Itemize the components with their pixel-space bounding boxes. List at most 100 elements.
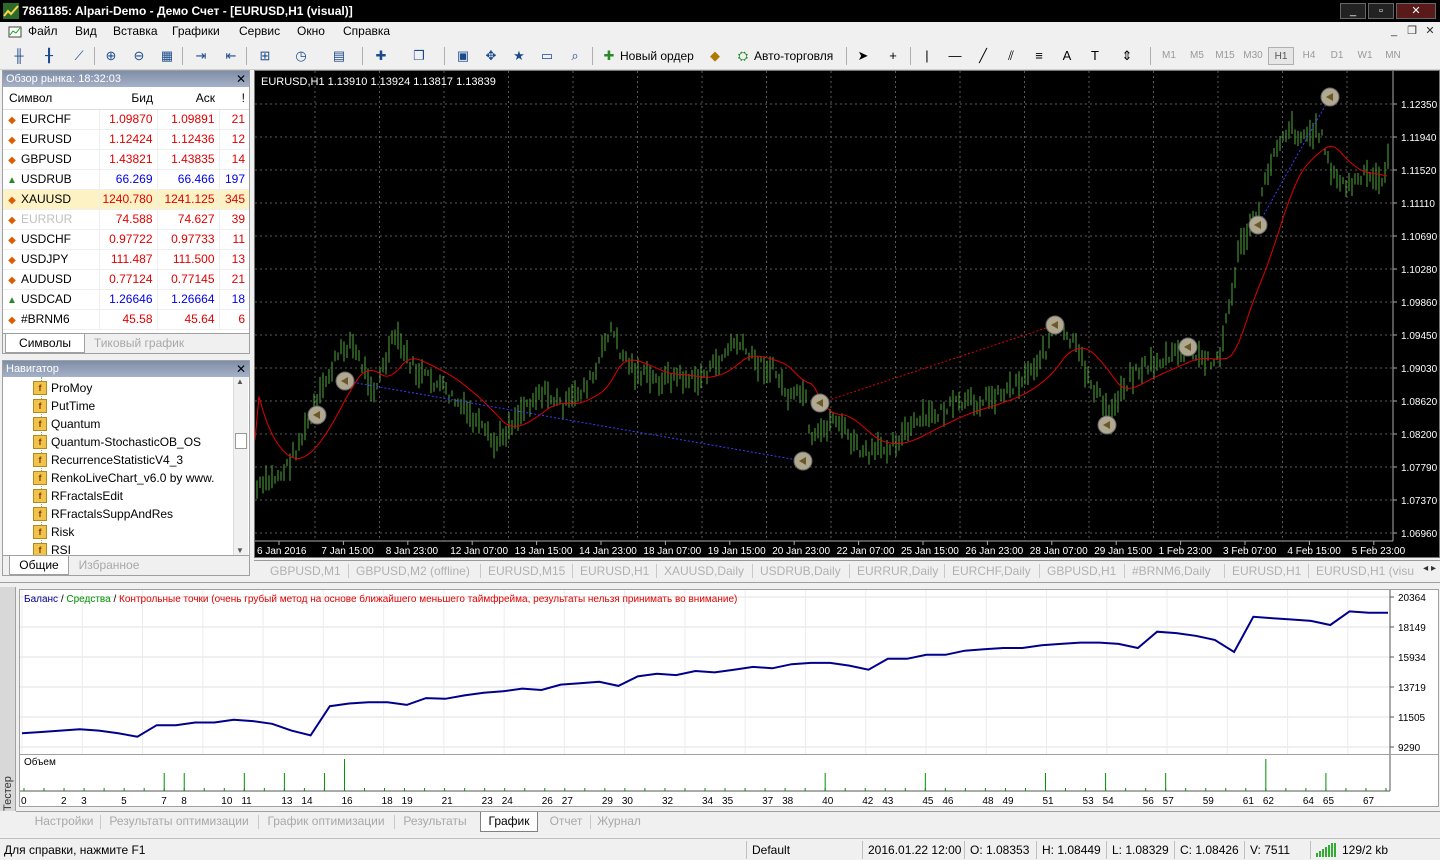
strategy-tester-icon[interactable]: ⌕ [564, 46, 586, 66]
menu-charts[interactable]: Графики [172, 24, 220, 38]
timeframe-d1[interactable]: D1 [1324, 47, 1350, 65]
timeframe-h4[interactable]: H4 [1296, 47, 1322, 65]
chart-tab[interactable]: EURCHF,Daily [952, 563, 1031, 579]
mdi-minimize-button[interactable]: _ [1386, 24, 1402, 39]
chart-tab[interactable]: EURUSD,H1 [580, 563, 649, 579]
col-symbol[interactable]: Символ [3, 87, 99, 110]
mdi-restore-button[interactable]: ❐ [1404, 24, 1420, 39]
tile-windows-icon[interactable]: ▦ [156, 46, 178, 66]
vertical-line-icon[interactable]: | [916, 46, 938, 66]
close-icon[interactable]: ✕ [236, 361, 246, 377]
menu-insert[interactable]: Вставка [113, 24, 158, 38]
close-window-button[interactable]: ✕ [1396, 3, 1436, 19]
timeframe-m15[interactable]: M15 [1212, 47, 1238, 65]
navigator-item[interactable]: f Risk [33, 523, 74, 541]
chart-window-icon[interactable] [8, 25, 22, 39]
crosshair-icon[interactable]: + [882, 46, 904, 66]
timeframe-m30[interactable]: M30 [1240, 47, 1266, 65]
text-icon[interactable]: A [1056, 46, 1078, 66]
menu-view[interactable]: Вид [75, 24, 97, 38]
menu-file[interactable]: Файл [28, 24, 58, 38]
arrows-icon[interactable]: ⇕ [1116, 46, 1138, 66]
tester-tab[interactable]: Настройки [24, 812, 104, 832]
market-watch-row[interactable]: ◆ EURRUR 74.588 74.627 39 [3, 209, 249, 230]
market-watch-row[interactable]: ◆ EURUSD 1.12424 1.12436 12 [3, 129, 249, 150]
chart-tab[interactable]: GBPUSD,M2 (offline) [356, 563, 470, 579]
tab-favorites[interactable]: Избранное [71, 556, 147, 575]
menu-window[interactable]: Окно [297, 24, 325, 38]
new-order-icon[interactable]: ✚ [598, 46, 620, 66]
navigator-item[interactable]: f PutTime [33, 397, 95, 415]
navigator-item[interactable]: f RFractalsSuppAndRes [33, 505, 173, 523]
connection-bars-icon[interactable] [1316, 843, 1338, 857]
tester-tab[interactable]: Журнал [594, 812, 644, 832]
navigator-icon[interactable]: ★ [508, 46, 530, 66]
autotrade-button[interactable]: Авто-торговля [754, 46, 833, 66]
cursor-icon[interactable]: ➤ [852, 46, 874, 66]
periods-icon[interactable]: ◷ [290, 46, 312, 66]
tab-common[interactable]: Общие [9, 556, 69, 575]
tester-tab[interactable]: График оптимизации [262, 812, 390, 832]
new-chart-icon[interactable]: ✚ [370, 46, 392, 66]
market-watch-row[interactable]: ◆ GBPUSD 1.43821 1.43835 14 [3, 149, 249, 170]
market-watch-row[interactable]: ◆ EURCHF 1.09870 1.09891 21 [3, 109, 249, 130]
chart-tab[interactable]: EURUSD,M15 [488, 563, 565, 579]
channel-icon[interactable]: ⫽ [1000, 46, 1022, 66]
market-watch-row[interactable]: ▲ USDCAD 1.26646 1.26664 18 [3, 289, 249, 310]
col-bid[interactable]: Бид [99, 87, 157, 110]
minimize-button[interactable]: _ [1340, 3, 1366, 19]
horizontal-line-icon[interactable]: — [944, 46, 966, 66]
zoom-out-icon[interactable]: ⊖ [128, 46, 150, 66]
col-spread[interactable]: ! [219, 87, 249, 110]
market-watch-row[interactable]: ◆ USDJPY 111.487 111.500 13 [3, 249, 249, 270]
profiles-icon[interactable]: ❐ [408, 46, 430, 66]
market-watch-icon[interactable]: ▣ [452, 46, 474, 66]
market-watch-row[interactable]: ◆ XAUUSD 1240.780 1241.125 345 [3, 189, 249, 210]
price-chart[interactable]: EURUSD,H1 1.13910 1.13924 1.13817 1.1383… [254, 70, 1440, 558]
tester-tab[interactable]: Результаты [398, 812, 472, 832]
tab-scroll-icon[interactable]: ◂ ▸ [1423, 563, 1436, 574]
templates-icon[interactable]: ▤ [328, 46, 350, 66]
timeframe-h1[interactable]: H1 [1268, 47, 1294, 65]
new-order-button[interactable]: Новый ордер [620, 46, 694, 66]
candles-icon[interactable]: ╂ [38, 46, 60, 66]
market-watch-row[interactable]: ◆ USDCHF 0.97722 0.97733 11 [3, 229, 249, 250]
navigator-scrollbar[interactable]: ▲ ▼ [233, 377, 248, 555]
tester-tab[interactable]: График [480, 812, 538, 832]
fibonacci-icon[interactable]: ≡ [1028, 46, 1050, 66]
tester-tab[interactable]: Результаты оптимизации [104, 812, 254, 832]
navigator-item[interactable]: f RenkoLiveChart_v6.0 by www. [33, 469, 214, 487]
indicators-icon[interactable]: ⊞ [254, 46, 276, 66]
navigator-item[interactable]: f RFractalsEdit [33, 487, 123, 505]
market-watch-row[interactable]: ◆ #BRNM6 45.58 45.64 6 [3, 309, 249, 330]
navigator-item[interactable]: f Quantum [33, 415, 100, 433]
chart-tab[interactable]: GBPUSD,H1 [1047, 563, 1116, 579]
autoscroll-icon[interactable]: ⇥ [190, 46, 212, 66]
navigator-item[interactable]: f ProMoy [33, 379, 92, 397]
chart-tab[interactable]: GBPUSD,M1 [270, 563, 341, 579]
menu-help[interactable]: Справка [343, 24, 390, 38]
bar-chart-icon[interactable]: ╫ [8, 46, 30, 66]
balance-chart[interactable]: Баланс / Средства / Контрольные точки (о… [19, 589, 1439, 755]
terminal-icon[interactable]: ▭ [536, 46, 558, 66]
timeframe-m5[interactable]: M5 [1184, 47, 1210, 65]
tab-symbols[interactable]: Символы [5, 334, 85, 353]
timeframe-mn[interactable]: MN [1380, 47, 1406, 65]
chart-shift-icon[interactable]: ⇤ [220, 46, 242, 66]
tester-tab[interactable]: Отчет [546, 812, 586, 832]
tab-tick-chart[interactable]: Тиковый график [87, 334, 191, 353]
price-chart-canvas[interactable]: EURUSD,H1 1.13910 1.13924 1.13817 1.1383… [254, 71, 1440, 559]
col-ask[interactable]: Аск [157, 87, 219, 110]
trendline-icon[interactable]: ╱ [972, 46, 994, 66]
navigator-item[interactable]: f RecurrenceStatisticV4_3 [33, 451, 183, 469]
autotrade-icon[interactable]: ⛭ [732, 46, 754, 66]
chart-tab[interactable]: EURUSD,H1 (visu [1316, 563, 1414, 579]
timeframe-m1[interactable]: M1 [1156, 47, 1182, 65]
chart-tab[interactable]: USDRUB,Daily [760, 563, 841, 579]
menu-tools[interactable]: Сервис [239, 24, 280, 38]
market-watch-row[interactable]: ◆ AUDUSD 0.77124 0.77145 21 [3, 269, 249, 290]
mdi-close-button[interactable]: ✕ [1422, 24, 1438, 39]
zoom-in-icon[interactable]: ⊕ [100, 46, 122, 66]
metaeditor-icon[interactable]: ◆ [704, 46, 726, 66]
chart-tab[interactable]: EURRUR,Daily [857, 563, 938, 579]
